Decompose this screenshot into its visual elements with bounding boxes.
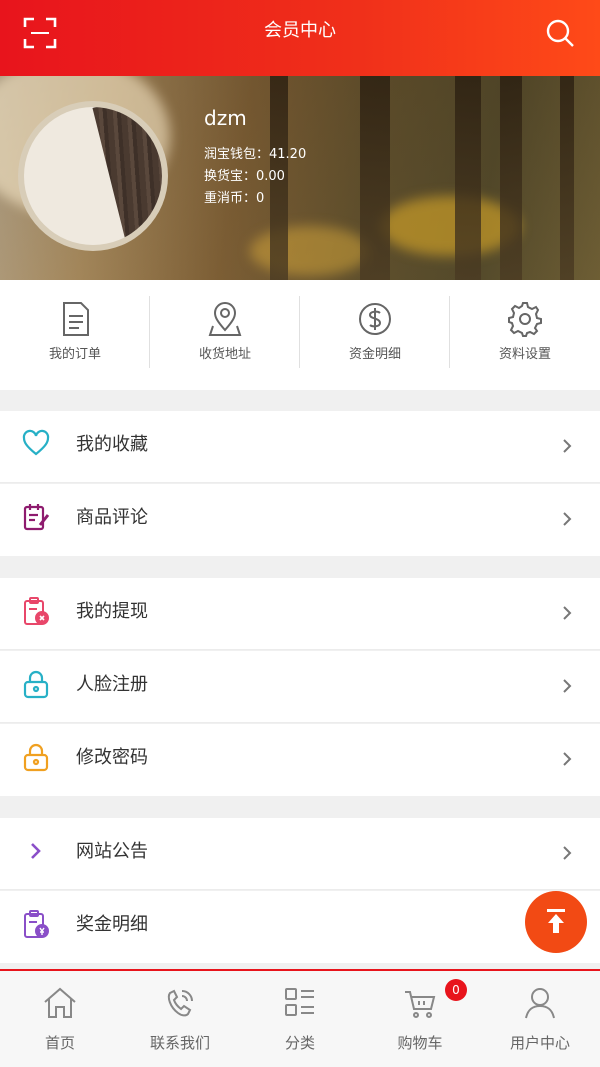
quick-fund-details[interactable]: 资金明细 (300, 280, 450, 390)
menu-item-face-registration[interactable]: 人脸注册 (0, 651, 600, 723)
tab-home[interactable]: 首页 (0, 971, 120, 1067)
gear-icon (508, 302, 542, 337)
quick-label: 资料设置 (498, 347, 551, 362)
search-icon[interactable] (542, 16, 578, 50)
menu-item-label: 我的收藏 (76, 434, 148, 455)
lock-icon (23, 743, 49, 772)
back-to-top-button[interactable] (525, 891, 587, 953)
menu-item-site-announcements[interactable]: 网站公告 (0, 818, 600, 890)
username: dzm (204, 106, 247, 130)
quick-actions: 我的订单 收货地址 资金明细 资料设置 (0, 280, 600, 390)
consume-coin-balance: 重消币：0 (204, 191, 265, 206)
tab-label: 用户中心 (509, 1034, 570, 1052)
bonus-clipboard-icon (24, 910, 49, 938)
exchange-balance: 换货宝：0.00 (204, 169, 285, 184)
quick-label: 收货地址 (198, 347, 251, 362)
menu-item-label: 商品评论 (76, 507, 148, 528)
tab-label: 分类 (284, 1034, 315, 1052)
menu-item-product-reviews[interactable]: 商品评论 (0, 484, 600, 556)
heart-icon (22, 429, 50, 456)
lock-icon (23, 670, 49, 699)
chevron-right-icon (563, 846, 572, 860)
menu-item-label: 修改密码 (76, 747, 148, 768)
tab-user-center[interactable]: 用户中心 (480, 971, 600, 1067)
menu-item-label: 我的提现 (76, 601, 148, 622)
location-pin-icon (208, 302, 242, 336)
tab-contact-us[interactable]: 联系我们 (120, 971, 240, 1067)
menu-item-withdraw[interactable]: 我的提现 (0, 578, 600, 650)
wallet-balance: 润宝钱包：41.20 (204, 147, 307, 162)
menu-item-bonus-details[interactable]: 奖金明细 (0, 891, 600, 963)
quick-label: 资金明细 (348, 347, 401, 362)
quick-label: 我的订单 (48, 347, 101, 362)
chevron-right-icon (563, 679, 572, 693)
quick-profile-settings[interactable]: 资料设置 (450, 280, 600, 390)
header-bar: 会员中心 (0, 0, 600, 76)
tab-label: 首页 (44, 1034, 75, 1052)
menu-item-change-password[interactable]: 修改密码 (0, 724, 600, 796)
quick-address[interactable]: 收货地址 (150, 280, 300, 390)
back-to-top-icon (547, 909, 565, 933)
quick-my-orders[interactable]: 我的订单 (0, 280, 150, 390)
menu-item-label: 人脸注册 (76, 674, 148, 695)
withdraw-clipboard-icon (24, 597, 49, 625)
chevron-right-icon (563, 512, 572, 526)
chevron-right-icon (563, 606, 572, 620)
cart-icon (405, 991, 436, 1018)
page-title: 会员中心 (264, 20, 336, 41)
dollar-coin-icon (359, 303, 391, 335)
menu-item-favorites[interactable]: 我的收藏 (0, 411, 600, 483)
phone-icon (167, 989, 193, 1017)
category-icon (285, 988, 314, 1016)
tab-label: 联系我们 (149, 1034, 210, 1052)
avatar[interactable] (18, 101, 168, 251)
tab-label: 购物车 (397, 1034, 443, 1052)
home-icon (44, 987, 76, 1018)
chevron-right-icon (563, 439, 572, 453)
tab-category[interactable]: 分类 (240, 971, 360, 1067)
document-icon (63, 302, 89, 336)
cart-count-badge: 0 (445, 979, 467, 1001)
menu-item-label: 奖金明细 (76, 914, 148, 935)
comment-edit-icon (23, 504, 50, 531)
user-icon (525, 988, 555, 1019)
chevron-right-icon (31, 843, 41, 859)
bottom-tab-bar: 首页 联系我们 分类 购物车 用户中心 (0, 969, 600, 1067)
chevron-right-icon (563, 752, 572, 766)
menu-item-label: 网站公告 (76, 841, 148, 862)
